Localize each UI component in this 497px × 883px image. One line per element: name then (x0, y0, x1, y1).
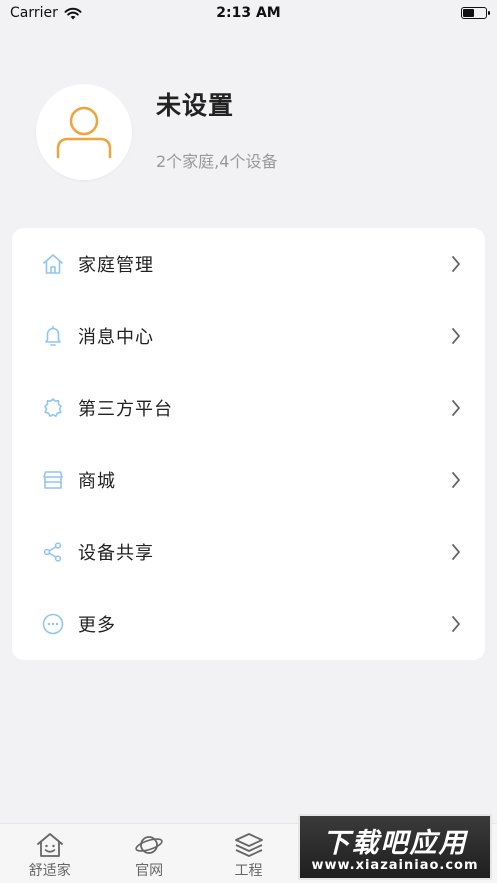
bell-icon (40, 323, 66, 349)
home-icon (40, 251, 66, 277)
menu-item-third-party[interactable]: 第三方平台 (12, 372, 485, 444)
share-icon (40, 539, 66, 565)
menu-label: 家庭管理 (78, 255, 154, 276)
menu-item-device-share[interactable]: 设备共享 (12, 516, 485, 588)
menu-label: 商城 (78, 471, 116, 492)
profile-name: 未设置 (156, 91, 235, 120)
smile-house-icon (36, 833, 63, 857)
menu-label: 消息中心 (78, 327, 154, 348)
avatar[interactable] (36, 84, 132, 180)
chevron-right-icon (449, 472, 463, 488)
menu-label: 设备共享 (78, 543, 154, 564)
tab-official-site[interactable]: 官网 (99, 824, 198, 883)
profile-subtitle: 2个家庭,4个设备 (156, 152, 278, 171)
menu-card: 家庭管理 消息中心 第三方平台 商城 设备共享 更多 (12, 228, 485, 660)
menu-label: 更多 (78, 615, 116, 636)
profile-header[interactable]: 未设置 2个家庭,4个设备 (36, 84, 277, 180)
menu-item-store[interactable]: 商城 (12, 444, 485, 516)
chevron-right-icon (449, 256, 463, 272)
tab-label: 舒适家 (28, 863, 71, 879)
watermark-url: www.xiazainiao.com (311, 858, 479, 873)
carrier-label: Carrier (10, 5, 58, 21)
gear-icon (40, 395, 66, 421)
store-icon (40, 467, 66, 493)
planet-icon (135, 836, 163, 854)
watermark-main: 下载吧应用 (322, 828, 468, 859)
watermark: 下载吧应用 www.xiazainiao.com (298, 814, 492, 880)
status-left: Carrier (10, 5, 82, 21)
menu-item-more[interactable]: 更多 (12, 588, 485, 660)
chevron-right-icon (449, 328, 463, 344)
tab-label: 工程 (234, 863, 263, 879)
more-icon (40, 611, 66, 637)
tab-label: 官网 (135, 863, 164, 879)
chevron-right-icon (449, 616, 463, 632)
menu-label: 第三方平台 (78, 399, 173, 420)
chevron-right-icon (449, 544, 463, 560)
menu-item-home-management[interactable]: 家庭管理 (12, 228, 485, 300)
tab-engineering[interactable]: 工程 (199, 824, 298, 883)
wifi-icon (64, 7, 82, 19)
profile-text: 未设置 2个家庭,4个设备 (156, 86, 277, 172)
battery-icon (461, 7, 490, 19)
menu-item-message-center[interactable]: 消息中心 (12, 300, 485, 372)
layers-icon (234, 833, 263, 857)
tab-comfort-home[interactable]: 舒适家 (0, 824, 99, 883)
battery-fill (463, 9, 474, 17)
chevron-right-icon (449, 400, 463, 416)
status-bar: Carrier 2:13 AM (0, 0, 497, 26)
user-icon (56, 106, 112, 159)
